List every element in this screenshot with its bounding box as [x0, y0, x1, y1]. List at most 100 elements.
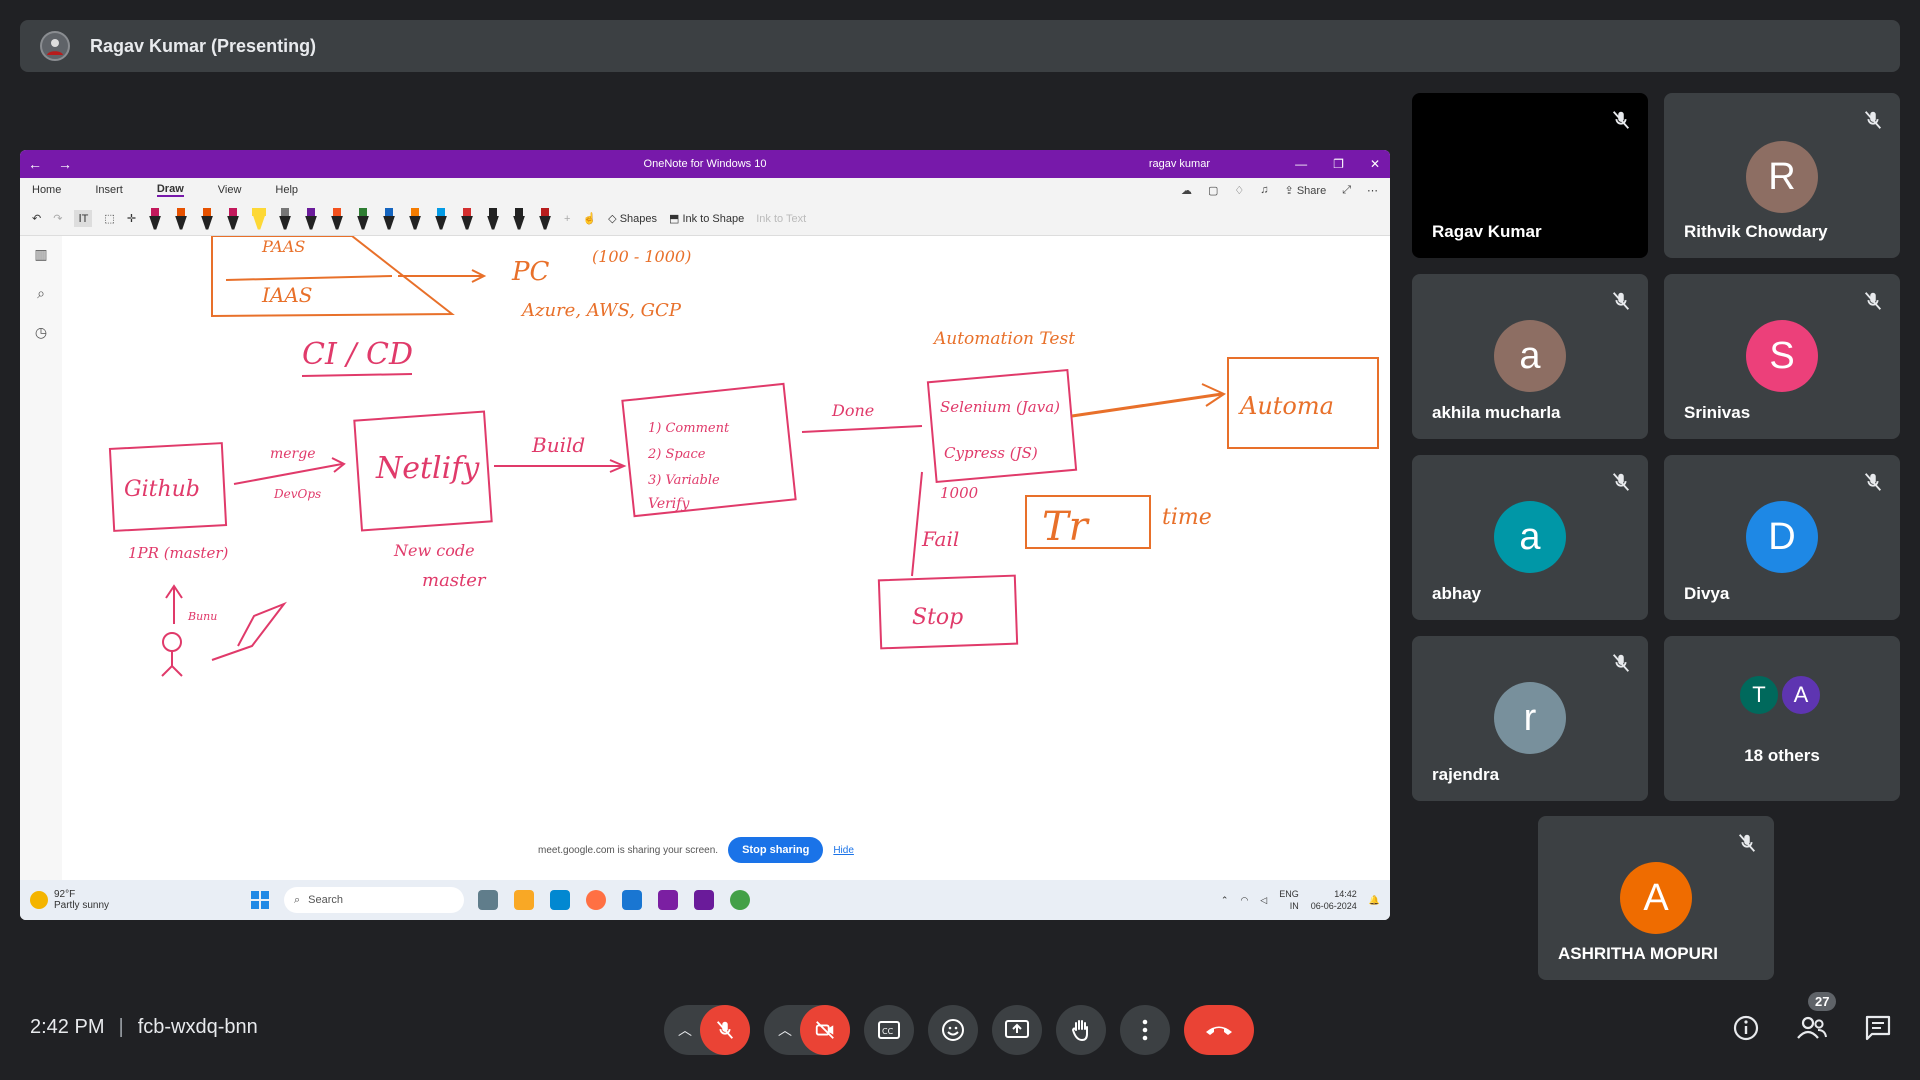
- vscode-icon[interactable]: [622, 890, 642, 910]
- participant-tile[interactable]: R Rithvik Chowdary: [1664, 93, 1900, 258]
- ink-to-text-button[interactable]: Ink to Text: [756, 213, 806, 225]
- more-options-button[interactable]: [1120, 1005, 1170, 1055]
- present-screen-icon: [1005, 1020, 1029, 1038]
- lightbulb-icon[interactable]: ♢: [1234, 184, 1244, 197]
- pen-tool[interactable]: [408, 206, 422, 232]
- menu-help[interactable]: Help: [275, 184, 298, 196]
- pen-tool[interactable]: [512, 206, 526, 232]
- desktop-icon[interactable]: [550, 890, 570, 910]
- chevron-up-icon[interactable]: ︿: [678, 1020, 692, 1040]
- stop-sharing-button[interactable]: Stop sharing: [728, 837, 824, 863]
- ink-to-shape-button[interactable]: ⬒ Ink to Shape: [669, 212, 744, 225]
- reactions-button[interactable]: [928, 1005, 978, 1055]
- wifi-icon[interactable]: ◠: [1240, 895, 1248, 906]
- whiteboard-canvas[interactable]: PAAS IAAS PC (100 - 1000) Azure, AWS, GC…: [62, 235, 1390, 880]
- tray-overflow-icon[interactable]: ⌃: [1221, 895, 1229, 906]
- pen-tool[interactable]: [382, 206, 396, 232]
- back-arrow-icon[interactable]: ←: [20, 156, 50, 172]
- menu-home[interactable]: Home: [32, 184, 61, 196]
- participant-tile[interactable]: S Srinivas: [1664, 274, 1900, 439]
- pen-tool[interactable]: [486, 206, 500, 232]
- camera-toggle-button[interactable]: [800, 1005, 850, 1055]
- participant-tile[interactable]: a akhila mucharla: [1412, 274, 1648, 439]
- onenote-icon[interactable]: [658, 890, 678, 910]
- present-button[interactable]: [992, 1005, 1042, 1055]
- more-icon[interactable]: ⋯: [1367, 184, 1378, 197]
- participant-tile[interactable]: a abhay: [1412, 455, 1648, 620]
- fail-arrow: [911, 471, 923, 577]
- menu-draw[interactable]: Draw: [156, 183, 184, 197]
- raise-hand-button[interactable]: [1056, 1005, 1106, 1055]
- taskbar-search[interactable]: ⌕ Search: [284, 887, 464, 913]
- pyramid-divider: [225, 275, 393, 281]
- search-icon[interactable]: ⌕: [37, 285, 45, 302]
- highlighter-tool[interactable]: [252, 206, 267, 232]
- chrome-icon[interactable]: [730, 890, 750, 910]
- pen-tool[interactable]: [356, 206, 370, 232]
- meeting-code[interactable]: fcb-wxdq-bnn: [138, 1016, 258, 1039]
- avatar: A: [1620, 862, 1692, 934]
- bell-icon[interactable]: ♫: [1260, 184, 1268, 196]
- undo-icon[interactable]: ↶: [32, 212, 41, 225]
- close-icon[interactable]: ✕: [1370, 157, 1380, 171]
- pen-tool[interactable]: [200, 206, 214, 232]
- touch-draw-icon[interactable]: ☝: [582, 212, 596, 225]
- add-space-icon[interactable]: ✛: [127, 212, 136, 225]
- pen-tool[interactable]: [434, 206, 448, 232]
- onenote-active-icon[interactable]: [694, 890, 714, 910]
- captions-button[interactable]: CC: [864, 1005, 914, 1055]
- share-button[interactable]: ⇪ Share: [1285, 184, 1327, 197]
- minimize-icon[interactable]: —: [1295, 157, 1307, 171]
- others-tile[interactable]: T A 18 others: [1664, 636, 1900, 801]
- redo-icon[interactable]: ↷: [53, 212, 62, 225]
- system-tray: ⌃ ◠ ◁ ENG IN 14:42 06-06-2024 🔔: [1221, 888, 1380, 912]
- captions-icon: CC: [878, 1021, 900, 1039]
- hide-link[interactable]: Hide: [833, 845, 854, 856]
- meeting-side-controls: 27: [1732, 992, 1892, 1047]
- chevron-up-icon[interactable]: ︿: [778, 1020, 792, 1040]
- pen-tool[interactable]: [460, 206, 474, 232]
- file-explorer-icon[interactable]: [514, 890, 534, 910]
- volume-icon[interactable]: ◁: [1260, 895, 1267, 906]
- page-icon[interactable]: ▢: [1208, 184, 1218, 197]
- notebooks-icon[interactable]: ▥: [34, 246, 47, 263]
- windows-start-icon[interactable]: [250, 890, 270, 910]
- account-name[interactable]: ragav kumar: [1149, 158, 1210, 170]
- pen-tool[interactable]: [330, 206, 344, 232]
- pen-tool[interactable]: [538, 206, 552, 232]
- merge-arrow: [233, 463, 343, 485]
- meeting-details-button[interactable]: [1732, 1014, 1760, 1047]
- forward-arrow-icon[interactable]: →: [50, 156, 80, 172]
- sync-icon[interactable]: ☁: [1181, 184, 1192, 197]
- restore-icon[interactable]: ❐: [1333, 157, 1344, 171]
- participant-tile[interactable]: r rajendra: [1412, 636, 1648, 801]
- weather-widget[interactable]: 92°F Partly sunny: [30, 889, 230, 911]
- task-view-icon[interactable]: [478, 890, 498, 910]
- pen-tool[interactable]: [278, 206, 292, 232]
- mic-toggle-button[interactable]: [700, 1005, 750, 1055]
- notification-icon[interactable]: 🔔: [1369, 895, 1380, 906]
- leave-call-button[interactable]: [1184, 1005, 1254, 1055]
- pen-tool[interactable]: [304, 206, 318, 232]
- lasso-icon[interactable]: ⬚: [104, 212, 114, 225]
- menu-insert[interactable]: Insert: [95, 184, 123, 196]
- add-pen-icon[interactable]: +: [564, 213, 570, 225]
- merge-text: merge: [270, 446, 316, 462]
- pen-tool[interactable]: [226, 206, 240, 232]
- participant-tile[interactable]: A ASHRITHA MOPURI: [1538, 816, 1774, 980]
- participant-tile[interactable]: D Divya: [1664, 455, 1900, 620]
- recent-icon[interactable]: ◷: [35, 324, 47, 341]
- participant-tile[interactable]: Ragav Kumar: [1412, 93, 1648, 258]
- laptop-sketch: [211, 601, 287, 661]
- menu-view[interactable]: View: [218, 184, 242, 196]
- pen-tool[interactable]: [174, 206, 188, 232]
- pen-tool[interactable]: [148, 206, 162, 232]
- chat-button[interactable]: [1864, 1014, 1892, 1047]
- people-button[interactable]: 27: [1796, 992, 1837, 1047]
- mic-off-icon: [1612, 654, 1630, 672]
- firefox-icon[interactable]: [586, 890, 606, 910]
- ink-to-text-label: Ink to Text: [756, 212, 807, 225]
- type-select-icon[interactable]: ⅠT: [74, 210, 93, 227]
- shapes-button[interactable]: ◇ Shapes: [608, 212, 657, 225]
- expand-icon[interactable]: ⤢: [1342, 184, 1351, 197]
